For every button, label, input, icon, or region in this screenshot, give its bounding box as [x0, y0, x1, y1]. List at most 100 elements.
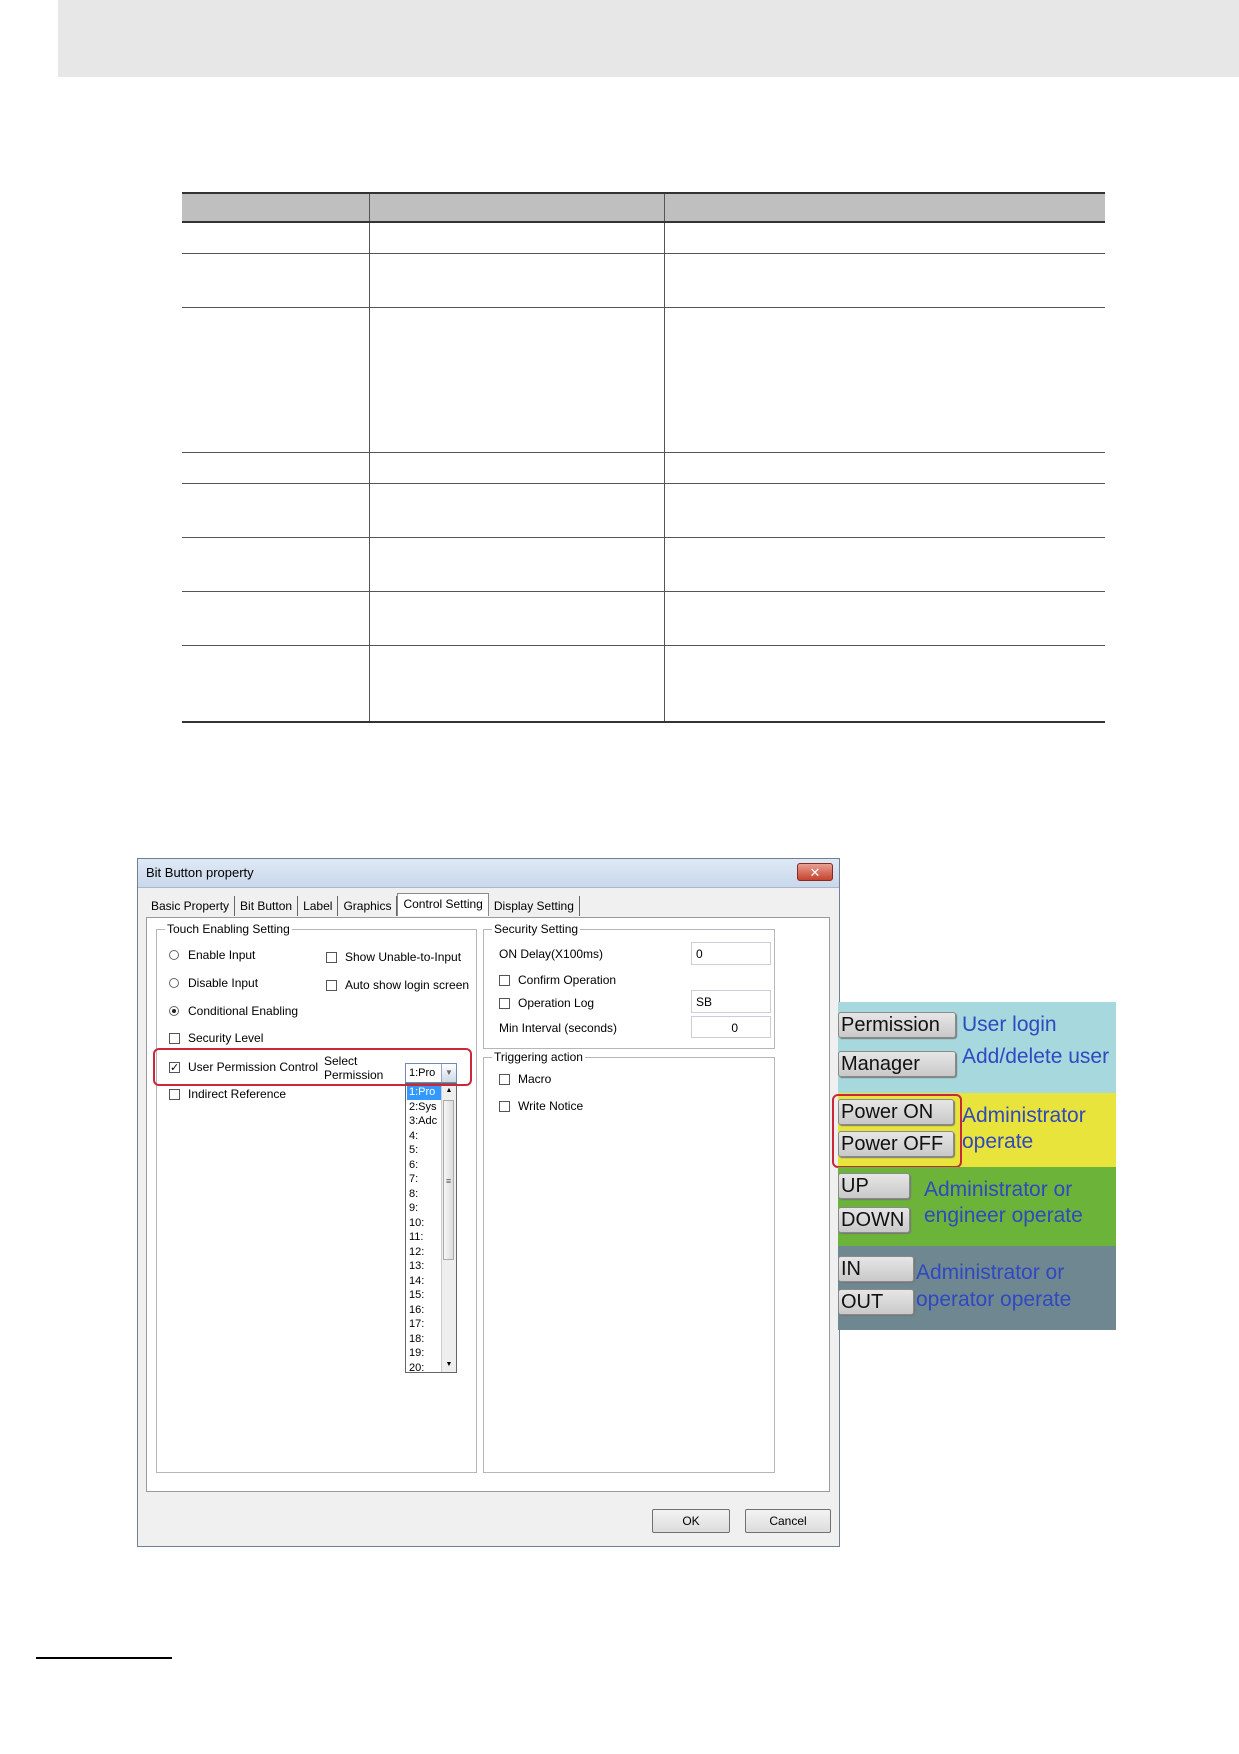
administrator-or-label-2: Administrator or: [916, 1261, 1065, 1284]
dropdown-option[interactable]: 12:: [407, 1245, 441, 1260]
radio-indicator: [169, 950, 179, 960]
operation-log-input[interactable]: SB: [691, 990, 771, 1013]
tab-graphics[interactable]: Graphics: [338, 896, 398, 916]
group-title: Triggering action: [492, 1050, 585, 1064]
scroll-thumb[interactable]: ≡: [443, 1100, 454, 1260]
min-interval-input[interactable]: 0: [691, 1016, 771, 1038]
table-row: [182, 538, 1105, 592]
group-title: Touch Enabling Setting: [165, 922, 292, 936]
checkbox-box: [499, 997, 510, 1009]
dropdown-option[interactable]: 4:: [407, 1129, 441, 1144]
scroll-down-icon[interactable]: ▼: [442, 1358, 456, 1372]
close-icon: ✕: [809, 865, 821, 880]
administrator-or-label: Administrator or: [924, 1178, 1073, 1201]
cancel-button[interactable]: Cancel: [745, 1509, 831, 1533]
checkbox-box: [169, 1032, 180, 1044]
security-level-label: Security Level: [188, 1031, 264, 1045]
dropdown-option[interactable]: 9:: [407, 1201, 441, 1216]
dropdown-options: 1:Pro 2:Sys 3:Adc 4: 5: 6: 7: 8: 9: 10: 11: 12: 13: 1…: [407, 1085, 441, 1375]
dropdown-option[interactable]: 16:: [407, 1303, 441, 1318]
dropdown-option[interactable]: 20:: [407, 1361, 441, 1376]
tab-label[interactable]: Label: [298, 896, 339, 916]
control-setting-panel: Touch Enabling Setting Enable Input Disa…: [146, 917, 830, 1492]
on-delay-input[interactable]: 0: [691, 942, 771, 965]
dialog-title: Bit Button property: [146, 865, 254, 880]
manager-button[interactable]: Manager: [838, 1051, 956, 1077]
permission-highlight: [153, 1048, 472, 1086]
indirect-reference-checkbox[interactable]: Indirect Reference: [169, 1087, 286, 1101]
band-operator: IN OUT Administrator or operator operate: [838, 1246, 1116, 1330]
dropdown-option[interactable]: 14:: [407, 1274, 441, 1289]
permission-dropdown-list[interactable]: 1:Pro 2:Sys 3:Adc 4: 5: 6: 7: 8: 9: 10: 11: 12: 13: 1…: [405, 1083, 457, 1375]
add-delete-user-label: Add/delete user: [962, 1045, 1110, 1068]
checkbox-box: [326, 979, 337, 991]
confirm-operation-label: Confirm Operation: [518, 973, 617, 987]
in-button[interactable]: IN: [838, 1256, 914, 1282]
user-login-label: User login: [962, 1013, 1057, 1036]
table-row: [182, 254, 1105, 308]
checkbox-box: [499, 1100, 510, 1112]
tab-control-setting[interactable]: Control Setting: [397, 893, 489, 916]
auto-show-login-checkbox[interactable]: Auto show login screen: [326, 978, 469, 992]
tab-display-setting[interactable]: Display Setting: [489, 896, 580, 916]
page-header-band: [58, 0, 1239, 77]
confirm-operation-checkbox[interactable]: Confirm Operation: [499, 973, 616, 987]
dropdown-option[interactable]: 6:: [407, 1158, 441, 1173]
dropdown-option[interactable]: 8:: [407, 1187, 441, 1202]
power-highlight: [832, 1094, 962, 1168]
permission-button[interactable]: Permission: [838, 1012, 956, 1038]
security-setting-group: Security Setting ON Delay(X100ms) 0 Conf…: [483, 922, 775, 1049]
checkbox-box: [499, 974, 510, 986]
administrator-label: Administrator: [962, 1104, 1086, 1127]
band-user-login: Permission Manager User login Add/delete…: [838, 1002, 1116, 1093]
radio-indicator: [169, 1006, 179, 1016]
write-notice-checkbox[interactable]: Write Notice: [499, 1099, 583, 1113]
dropdown-option[interactable]: 17:: [407, 1317, 441, 1332]
close-button[interactable]: ✕: [797, 863, 833, 881]
scroll-up-icon[interactable]: ▲: [442, 1084, 456, 1098]
dropdown-option[interactable]: 19:: [407, 1346, 441, 1361]
table-header-cell: [370, 194, 665, 221]
auto-show-login-label: Auto show login screen: [345, 978, 470, 992]
operation-log-checkbox[interactable]: Operation Log: [499, 996, 594, 1010]
dropdown-option[interactable]: 10:: [407, 1216, 441, 1231]
min-interval-label: Min Interval (seconds): [499, 1021, 618, 1035]
enable-input-label: Enable Input: [188, 948, 256, 962]
tab-strip: Basic Property Bit Button Label Graphics…: [146, 893, 580, 916]
table-row: [182, 453, 1105, 484]
operator-operate-label: operator operate: [916, 1288, 1072, 1311]
dropdown-option[interactable]: 13:: [407, 1259, 441, 1274]
dropdown-scrollbar[interactable]: ▲ ≡ ▼: [441, 1084, 456, 1372]
dropdown-option[interactable]: 15:: [407, 1288, 441, 1303]
dropdown-option[interactable]: 3:Adc: [407, 1114, 441, 1129]
dropdown-option[interactable]: 5:: [407, 1143, 441, 1158]
ok-button[interactable]: OK: [652, 1509, 730, 1533]
macro-checkbox[interactable]: Macro: [499, 1072, 551, 1086]
triggering-action-group: Triggering action Macro Write Notice: [483, 1050, 775, 1473]
dropdown-option[interactable]: 2:Sys: [407, 1100, 441, 1115]
dropdown-option[interactable]: 18:: [407, 1332, 441, 1347]
show-unable-label: Show Unable-to-Input: [345, 950, 462, 964]
table-header-row: [182, 192, 1105, 223]
tab-basic-property[interactable]: Basic Property: [146, 896, 236, 916]
down-button[interactable]: DOWN: [838, 1207, 910, 1233]
bit-button-property-dialog: Bit Button property ✕ Basic Property Bit…: [137, 858, 840, 1547]
engineer-operate-label: engineer operate: [924, 1204, 1083, 1227]
tab-bit-button[interactable]: Bit Button: [235, 896, 299, 916]
security-level-checkbox[interactable]: Security Level: [169, 1031, 263, 1045]
out-button[interactable]: OUT: [838, 1289, 914, 1315]
dropdown-option[interactable]: 7:: [407, 1172, 441, 1187]
conditional-enabling-label: Conditional Enabling: [188, 1004, 299, 1018]
dropdown-option[interactable]: 1:Pro: [407, 1085, 441, 1100]
band-engineer: UP DOWN Administrator or engineer operat…: [838, 1167, 1116, 1246]
disable-input-radio[interactable]: Disable Input: [169, 976, 258, 990]
operation-log-label: Operation Log: [518, 996, 595, 1010]
show-unable-checkbox[interactable]: Show Unable-to-Input: [326, 950, 461, 964]
table-row: [182, 646, 1105, 723]
dropdown-option[interactable]: 11:: [407, 1230, 441, 1245]
band-administrator: Power ON Power OFF Administrator operate: [832, 1093, 1116, 1168]
operate-label: operate: [962, 1130, 1034, 1153]
conditional-enabling-radio[interactable]: Conditional Enabling: [169, 1004, 298, 1018]
enable-input-radio[interactable]: Enable Input: [169, 948, 255, 962]
up-button[interactable]: UP: [838, 1173, 910, 1199]
